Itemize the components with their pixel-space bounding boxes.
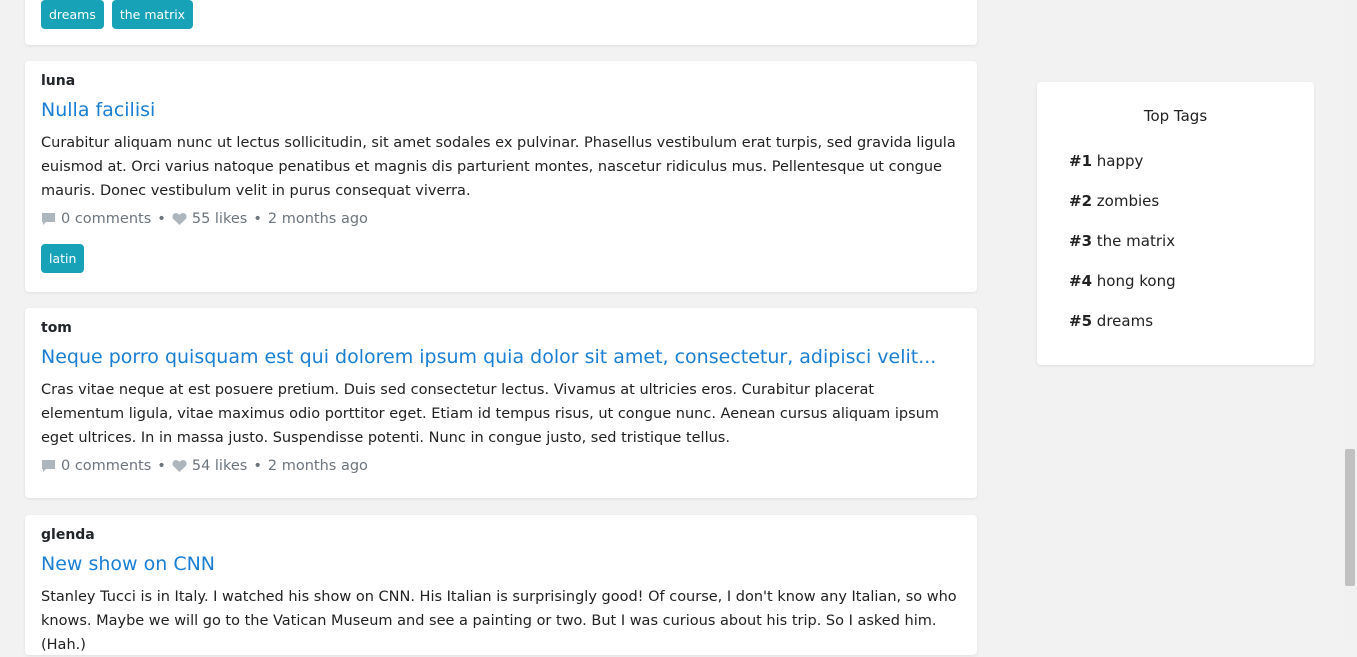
meta-separator: • [157, 458, 166, 474]
top-tag-item[interactable]: #2 zombies [1069, 192, 1159, 210]
tag-rank: #1 [1069, 152, 1093, 170]
post-card: dreams the matrix [25, 0, 977, 45]
post-author[interactable]: glenda [41, 527, 95, 543]
likes-count: 55 likes [191, 211, 248, 227]
tag-button[interactable]: dreams [41, 0, 104, 29]
heart-icon[interactable] [172, 459, 187, 473]
post-meta: 0 comments • 54 likes • 2 months ago [41, 458, 368, 474]
comment-icon [42, 213, 55, 225]
post-card: luna Nulla facilisi Curabitur aliquam nu… [25, 61, 977, 292]
tag-name: hong kong [1096, 272, 1176, 290]
tag-rank: #3 [1069, 232, 1093, 250]
post-tags: latin [41, 244, 85, 273]
post-timestamp: 2 months ago [267, 211, 368, 227]
post-title-link[interactable]: New show on CNN [41, 553, 215, 575]
post-body: Cras vitae neque at est posuere pretium.… [41, 382, 940, 446]
tag-name: dreams [1096, 312, 1154, 330]
post-author[interactable]: tom [41, 320, 72, 336]
page-scrollbar-thumb[interactable] [1345, 449, 1355, 586]
post-author[interactable]: luna [41, 73, 75, 89]
meta-separator: • [253, 458, 262, 474]
tag-name: zombies [1096, 192, 1160, 210]
post-title-link[interactable]: Nulla facilisi [41, 99, 155, 121]
meta-separator: • [157, 211, 166, 227]
comments-count[interactable]: 0 comments [61, 211, 151, 227]
post-meta: 0 comments • 55 likes • 2 months ago [41, 211, 368, 227]
tag-rank: #2 [1069, 192, 1093, 210]
tag-button[interactable]: the matrix [111, 0, 194, 29]
heart-icon[interactable] [172, 212, 187, 226]
meta-separator: • [253, 211, 262, 227]
tag-button[interactable]: latin [41, 244, 85, 273]
post-card: tom Neque porro quisquam est qui dolorem… [25, 308, 977, 498]
page-scrollbar-track[interactable] [1343, 0, 1357, 639]
top-tag-item[interactable]: #5 dreams [1069, 312, 1153, 330]
top-tag-item[interactable]: #1 happy [1069, 152, 1143, 170]
top-tags-title: Top Tags [1143, 107, 1208, 125]
post-timestamp: 2 months ago [267, 458, 368, 474]
post-tags: dreams the matrix [41, 0, 194, 29]
top-tags-panel: Top Tags #1 happy #2 zombies #3 the matr… [1037, 82, 1314, 365]
tag-name: happy [1096, 152, 1144, 170]
post-body: Curabitur aliquam nunc ut lectus sollici… [41, 135, 956, 199]
comments-count[interactable]: 0 comments [61, 458, 151, 474]
top-tag-item[interactable]: #3 the matrix [1069, 232, 1175, 250]
tag-name: the matrix [1096, 232, 1176, 250]
comment-icon [42, 460, 55, 472]
tag-rank: #4 [1069, 272, 1093, 290]
post-card: glenda New show on CNN Stanley Tucci is … [25, 515, 977, 655]
post-body: Stanley Tucci is in Italy. I watched his… [41, 589, 957, 653]
likes-count: 54 likes [191, 458, 248, 474]
tag-rank: #5 [1069, 312, 1093, 330]
post-title-link[interactable]: Neque porro quisquam est qui dolorem ips… [41, 346, 936, 368]
top-tag-item[interactable]: #4 hong kong [1069, 272, 1176, 290]
